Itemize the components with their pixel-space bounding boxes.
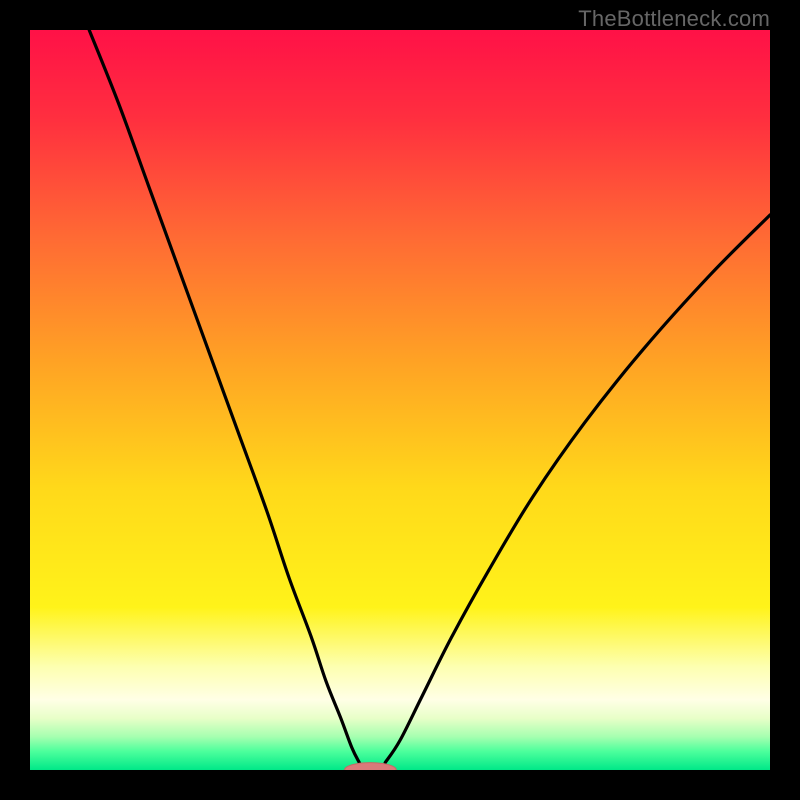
bottleneck-chart — [30, 30, 770, 770]
chart-background — [30, 30, 770, 770]
chart-frame — [30, 30, 770, 770]
watermark-text: TheBottleneck.com — [578, 6, 770, 32]
